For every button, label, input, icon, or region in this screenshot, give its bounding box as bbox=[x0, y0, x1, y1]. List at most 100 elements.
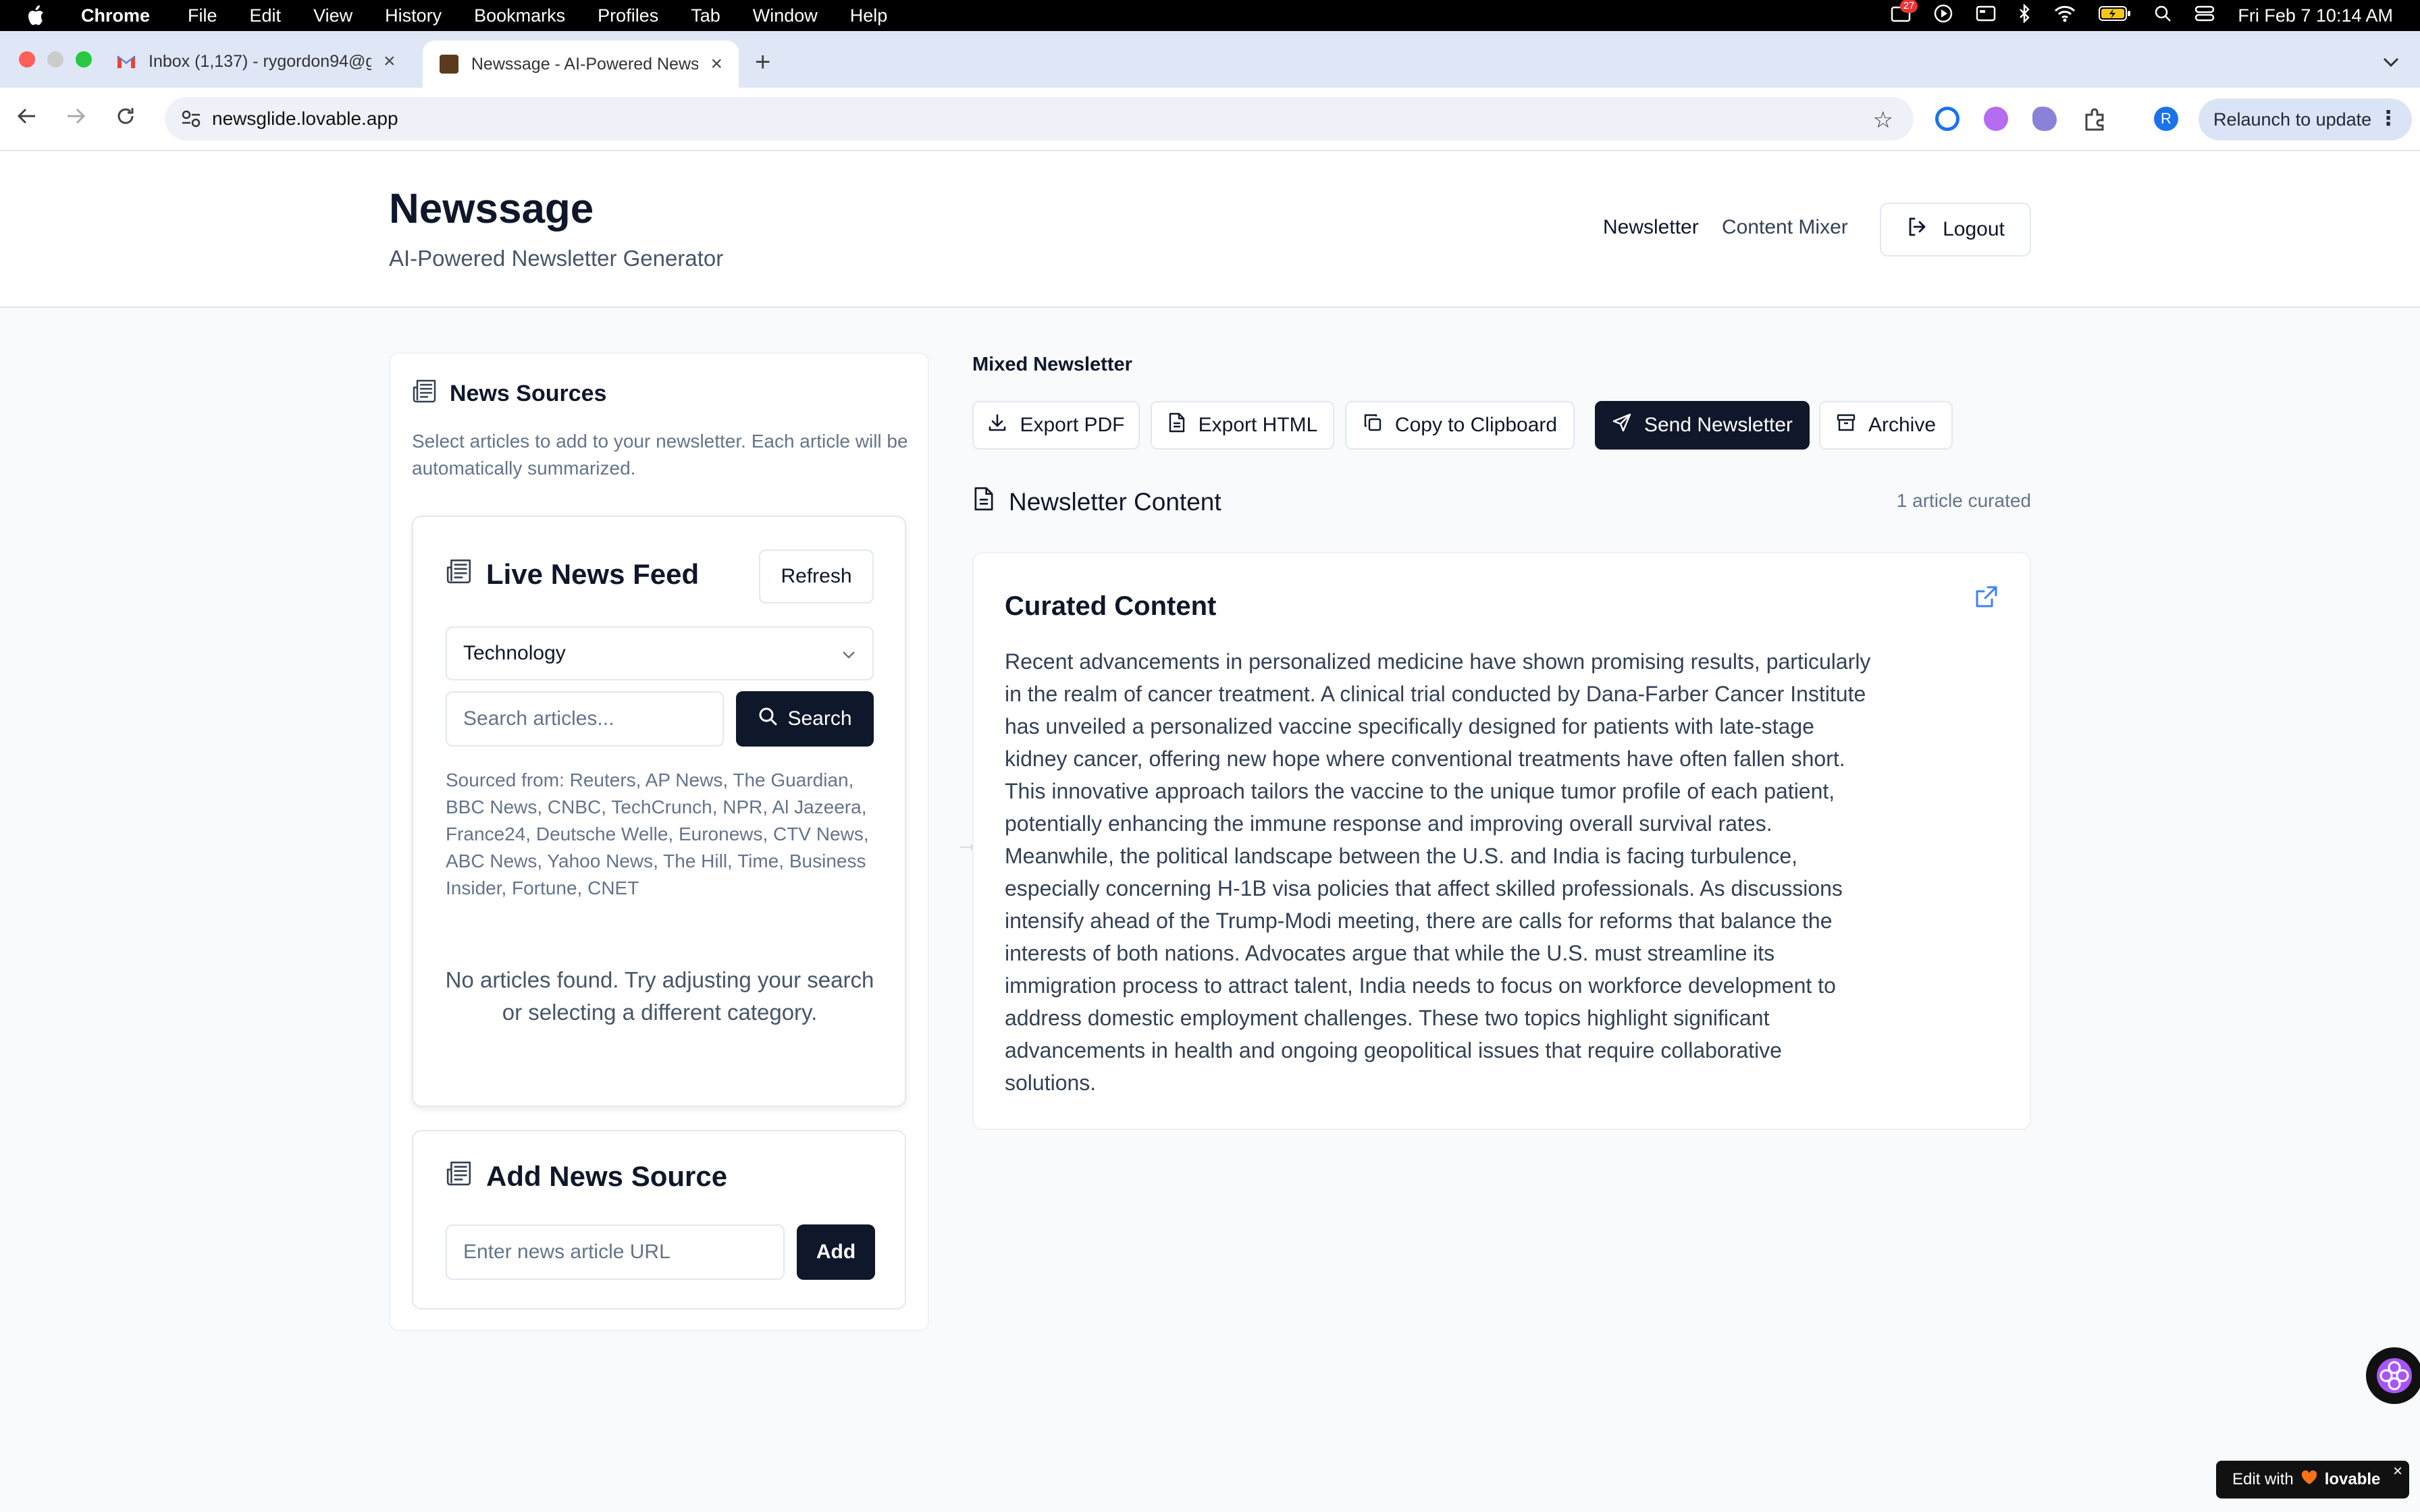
url-text[interactable]: newsglide.lovable.app bbox=[212, 108, 398, 130]
extensions-puzzle-icon[interactable] bbox=[2082, 107, 2107, 131]
search-button[interactable]: Search bbox=[736, 691, 874, 747]
new-tab-icon[interactable]: + bbox=[755, 47, 770, 78]
copy-icon bbox=[1363, 412, 1383, 438]
window-controls bbox=[19, 51, 92, 68]
extension-record-icon[interactable] bbox=[1935, 107, 1959, 131]
news-url-input[interactable] bbox=[446, 1224, 785, 1280]
menu-app-name[interactable]: Chrome bbox=[81, 5, 150, 26]
menu-view[interactable]: View bbox=[313, 5, 352, 26]
sourced-from-text: Sourced from: Reuters, AP News, The Guar… bbox=[446, 770, 869, 898]
articles-curated-count: 1 article curated bbox=[1896, 490, 2031, 511]
menu-bookmarks[interactable]: Bookmarks bbox=[474, 5, 565, 26]
spotlight-search-icon[interactable] bbox=[2154, 5, 2172, 27]
news-sources-panel: News Sources Select articles to add to y… bbox=[389, 352, 929, 1331]
address-bar[interactable]: newsglide.lovable.app ☆ bbox=[165, 97, 1914, 140]
tab-search-chevron-icon[interactable] bbox=[2382, 51, 2400, 72]
live-news-feed-title: Live News Feed bbox=[486, 558, 700, 590]
calendar-status-icon[interactable]: 27 bbox=[1891, 0, 1918, 27]
app-subtitle: AI-Powered Newsletter Generator bbox=[389, 246, 724, 271]
close-badge-icon[interactable]: × bbox=[2393, 1462, 2402, 1481]
category-select[interactable]: Technology bbox=[446, 626, 874, 680]
tab-title: Newssage - AI-Powered Newsletter Generat… bbox=[471, 54, 699, 74]
add-news-source-title: Add News Source bbox=[486, 1160, 728, 1192]
file-text-icon bbox=[1167, 412, 1186, 438]
zoom-window-button[interactable] bbox=[76, 51, 92, 68]
assistant-flower-icon[interactable] bbox=[2366, 1347, 2420, 1404]
minimize-window-button[interactable] bbox=[47, 51, 63, 68]
news-sources-title: News Sources bbox=[450, 381, 607, 406]
app-title: Newssage bbox=[389, 186, 594, 232]
extension-cloud-icon[interactable] bbox=[2032, 107, 2057, 131]
battery-icon[interactable] bbox=[2099, 5, 2131, 27]
file-text-icon bbox=[972, 486, 995, 518]
add-news-source-heading: Add News Source bbox=[446, 1160, 727, 1193]
bluetooth-icon[interactable] bbox=[2019, 3, 2031, 28]
menu-tab[interactable]: Tab bbox=[691, 5, 720, 26]
reload-icon[interactable] bbox=[115, 105, 136, 133]
logout-label: Logout bbox=[1943, 218, 2005, 240]
macos-menubar: Chrome File Edit View History Bookmarks … bbox=[0, 0, 2420, 31]
menu-window[interactable]: Window bbox=[753, 5, 818, 26]
menubar-datetime[interactable]: Fri Feb 7 10:14 AM bbox=[2238, 5, 2393, 26]
menu-edit[interactable]: Edit bbox=[250, 5, 282, 26]
nav-newsletter[interactable]: Newsletter bbox=[1603, 216, 1699, 239]
search-articles-input[interactable] bbox=[446, 691, 724, 747]
menu-help[interactable]: Help bbox=[850, 5, 888, 26]
gmail-icon bbox=[116, 51, 136, 72]
close-tab-icon[interactable]: × bbox=[710, 53, 722, 76]
control-center-icon[interactable] bbox=[2194, 5, 2215, 27]
send-newsletter-button[interactable]: Send Newsletter bbox=[1595, 401, 1810, 450]
news-sources-heading: News Sources bbox=[412, 378, 606, 410]
newspaper-icon bbox=[446, 558, 473, 591]
menu-file[interactable]: File bbox=[188, 5, 217, 26]
close-window-button[interactable] bbox=[19, 51, 35, 68]
mixed-newsletter-label: Mixed Newsletter bbox=[972, 354, 1132, 375]
display-status-icon[interactable] bbox=[1976, 5, 1996, 26]
back-arrow-icon[interactable] bbox=[16, 105, 38, 133]
empty-articles-message: No articles found. Try adjusting your se… bbox=[445, 967, 874, 1025]
refresh-button[interactable]: Refresh bbox=[759, 549, 874, 603]
chevron-down-icon bbox=[841, 642, 856, 665]
profile-avatar[interactable]: R bbox=[2154, 107, 2178, 131]
add-source-button[interactable]: Add bbox=[797, 1224, 875, 1280]
menu-profiles[interactable]: Profiles bbox=[598, 5, 658, 26]
browser-tabstrip: Inbox (1,137) - rygordon94@gmail.com × N… bbox=[0, 31, 2420, 88]
newspaper-icon bbox=[446, 1160, 473, 1193]
menu-history[interactable]: History bbox=[385, 5, 442, 26]
external-link-icon[interactable] bbox=[1974, 585, 1999, 612]
forward-arrow-icon[interactable] bbox=[65, 105, 86, 133]
more-menu-icon[interactable]: ⋮ bbox=[2378, 107, 2398, 130]
play-status-icon[interactable] bbox=[1934, 4, 1953, 28]
edit-with-lovable-badge[interactable]: Edit with lovable × bbox=[2216, 1461, 2409, 1498]
download-icon bbox=[987, 412, 1007, 438]
relaunch-update-button[interactable]: Relaunch to update ⋮ bbox=[2199, 99, 2412, 140]
search-icon bbox=[758, 706, 778, 732]
nav-content-mixer[interactable]: Content Mixer bbox=[1722, 216, 1848, 239]
close-tab-icon[interactable]: × bbox=[384, 50, 396, 73]
tab-newssage[interactable]: Newssage - AI-Powered Newsletter Generat… bbox=[423, 40, 739, 88]
search-button-label: Search bbox=[787, 707, 852, 730]
lovable-brand: lovable bbox=[2324, 1470, 2381, 1488]
export-pdf-button[interactable]: Export PDF bbox=[972, 401, 1140, 450]
send-icon bbox=[1612, 412, 1632, 438]
bookmark-star-icon[interactable]: ☆ bbox=[1873, 107, 1893, 134]
newsletter-content-title: Newsletter Content bbox=[1009, 487, 1221, 516]
wifi-icon[interactable] bbox=[2054, 5, 2076, 27]
curated-content-title: Curated Content bbox=[1005, 591, 1217, 621]
browser-toolbar: newsglide.lovable.app ☆ R Relaunch to up… bbox=[0, 88, 2420, 151]
curated-content-body: Recent advancements in personalized medi… bbox=[1005, 649, 1871, 1095]
extension-purple-icon[interactable] bbox=[1984, 107, 2008, 131]
live-news-feed-card: Live News Feed Refresh Technology Search… bbox=[412, 516, 906, 1107]
logout-button[interactable]: Logout bbox=[1880, 202, 2031, 256]
archive-label: Archive bbox=[1868, 414, 1937, 436]
copy-to-clipboard-button[interactable]: Copy to Clipboard bbox=[1345, 401, 1575, 450]
archive-button[interactable]: Archive bbox=[1819, 401, 1953, 450]
logout-icon bbox=[1906, 216, 1928, 243]
tab-title: Inbox (1,137) - rygordon94@gmail.com bbox=[149, 51, 371, 71]
calendar-badge: 27 bbox=[1899, 0, 1918, 13]
apple-icon[interactable] bbox=[27, 5, 46, 26]
tab-gmail[interactable]: Inbox (1,137) - rygordon94@gmail.com × bbox=[100, 40, 412, 82]
add-news-source-card: Add News Source Add bbox=[412, 1130, 906, 1310]
site-info-icon[interactable] bbox=[181, 109, 201, 133]
export-html-button[interactable]: Export HTML bbox=[1151, 401, 1334, 450]
